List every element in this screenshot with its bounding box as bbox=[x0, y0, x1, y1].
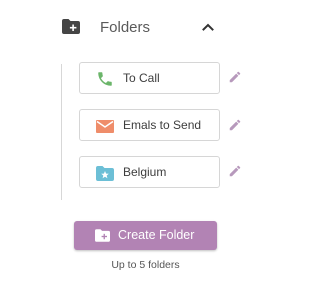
folder-item-emals-to-send[interactable]: Emals to Send bbox=[79, 109, 220, 141]
create-folder-button[interactable]: Create Folder bbox=[74, 221, 217, 250]
folders-header: Folders bbox=[62, 17, 222, 41]
folders-title: Folders bbox=[100, 19, 151, 36]
chevron-up-icon[interactable] bbox=[201, 20, 215, 34]
folder-list-divider bbox=[61, 64, 62, 200]
folder-plus-icon bbox=[62, 19, 80, 34]
pencil-icon[interactable] bbox=[228, 164, 242, 178]
pencil-icon[interactable] bbox=[228, 118, 242, 132]
folder-label: Emals to Send bbox=[123, 118, 202, 132]
folder-limit-note: Up to 5 folders bbox=[111, 259, 180, 271]
pencil-icon[interactable] bbox=[228, 70, 242, 84]
phone-icon bbox=[98, 72, 112, 86]
mail-icon bbox=[96, 120, 114, 133]
folder-label: Belgium bbox=[123, 165, 167, 179]
folder-item-to-call[interactable]: To Call bbox=[79, 62, 220, 94]
folder-plus-icon bbox=[95, 229, 110, 242]
folder-item-belgium[interactable]: Belgium bbox=[79, 156, 220, 188]
create-folder-label: Create Folder bbox=[118, 228, 195, 242]
folder-star-icon bbox=[96, 166, 114, 181]
folder-label: To Call bbox=[123, 71, 160, 85]
